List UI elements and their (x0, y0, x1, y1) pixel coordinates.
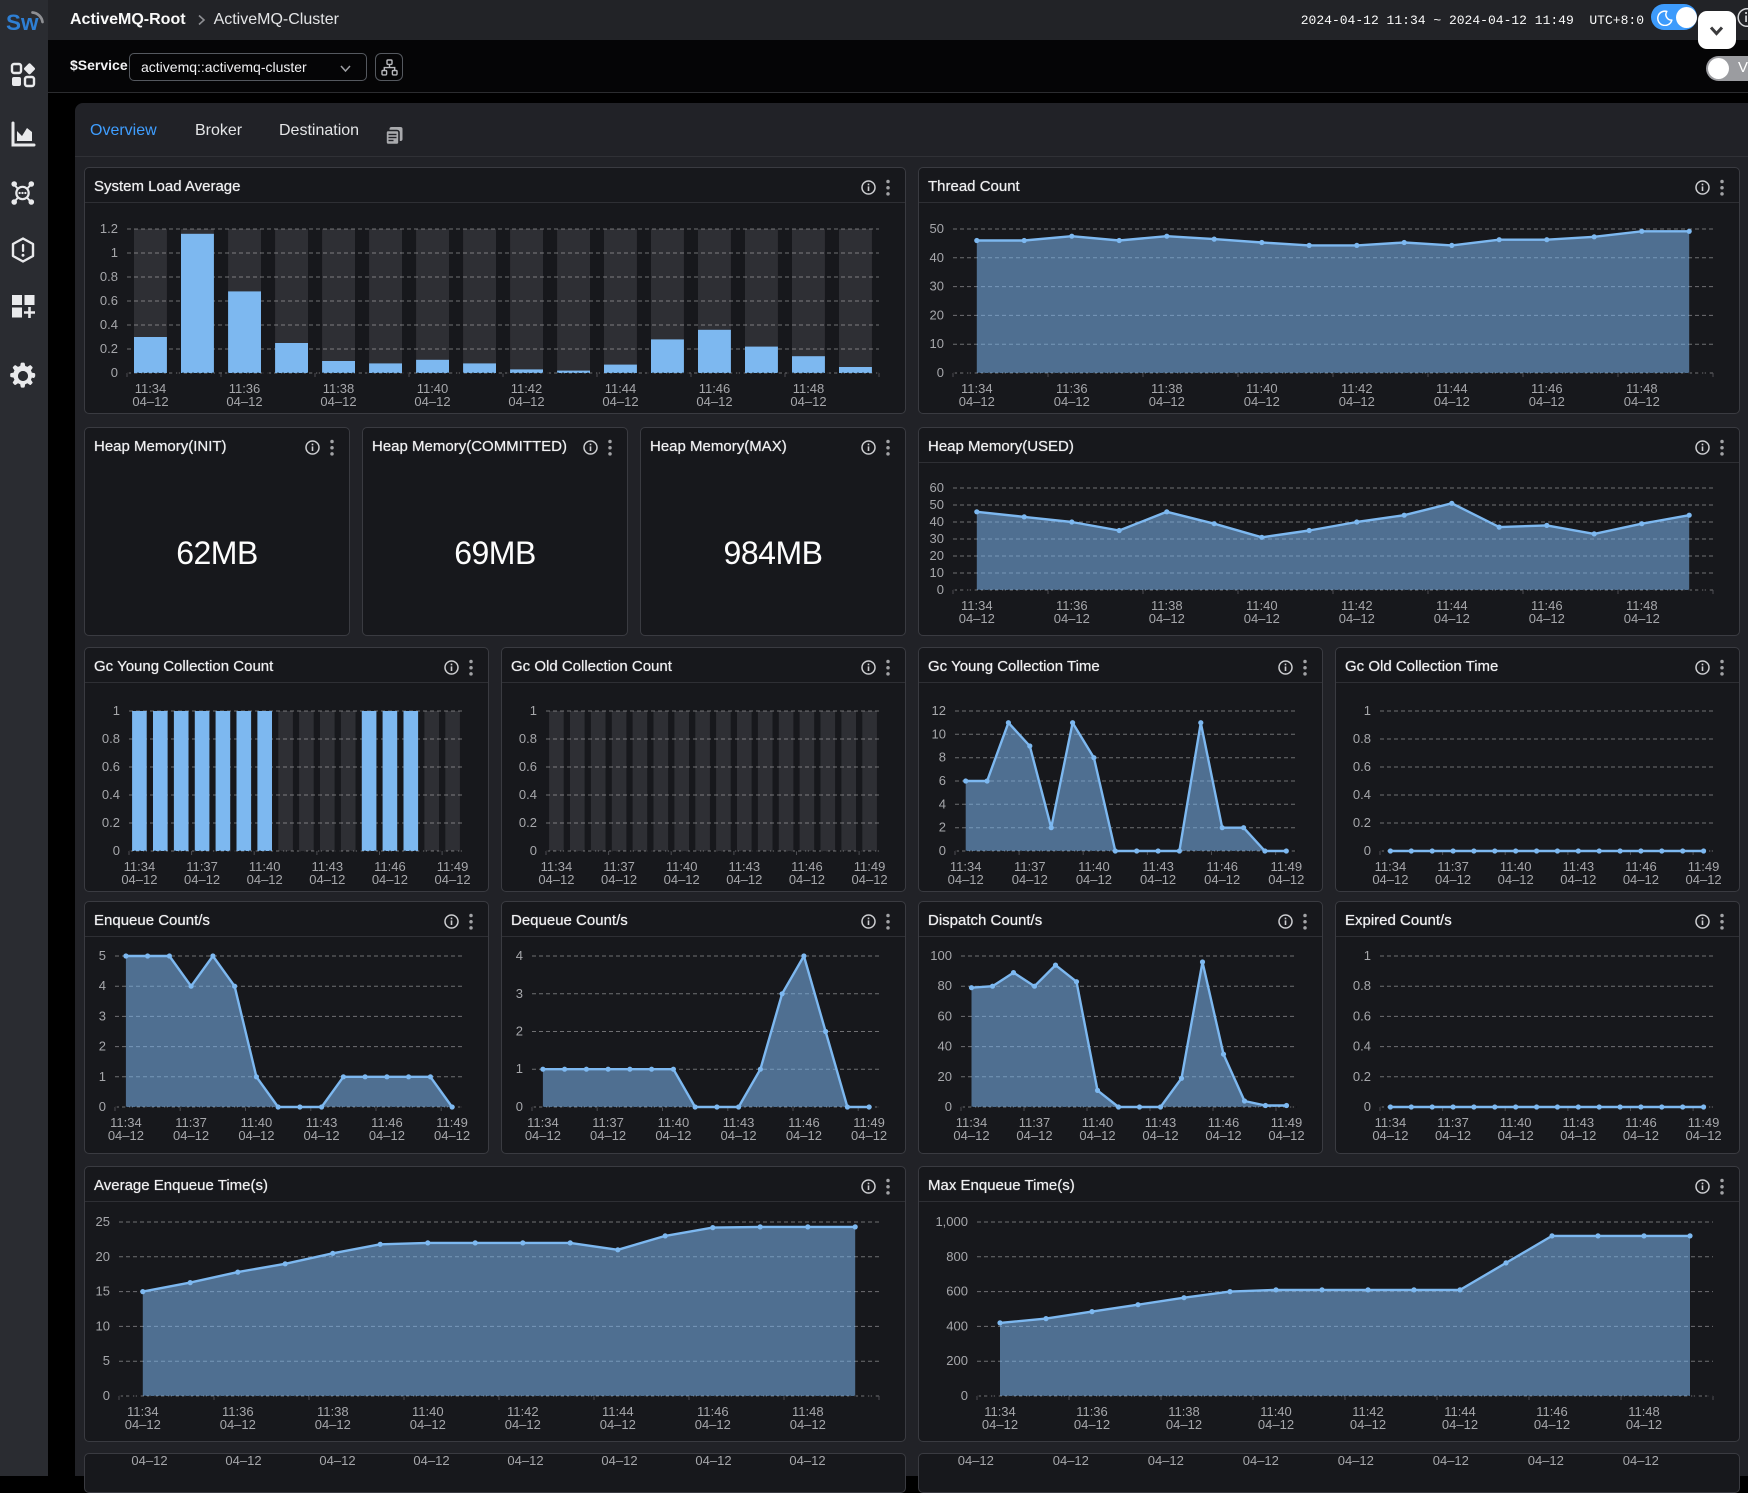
svg-text:04–12: 04–12 (958, 1453, 994, 1468)
svg-text:04–12: 04–12 (1623, 1453, 1659, 1468)
svg-text:04–12: 04–12 (1528, 1453, 1564, 1468)
svg-text:04–12: 04–12 (1243, 1453, 1279, 1468)
svg-text:04–12: 04–12 (1433, 1453, 1469, 1468)
svg-text:04–12: 04–12 (1338, 1453, 1374, 1468)
svg-text:04–12: 04–12 (1148, 1453, 1184, 1468)
svg-text:04–12: 04–12 (1053, 1453, 1089, 1468)
